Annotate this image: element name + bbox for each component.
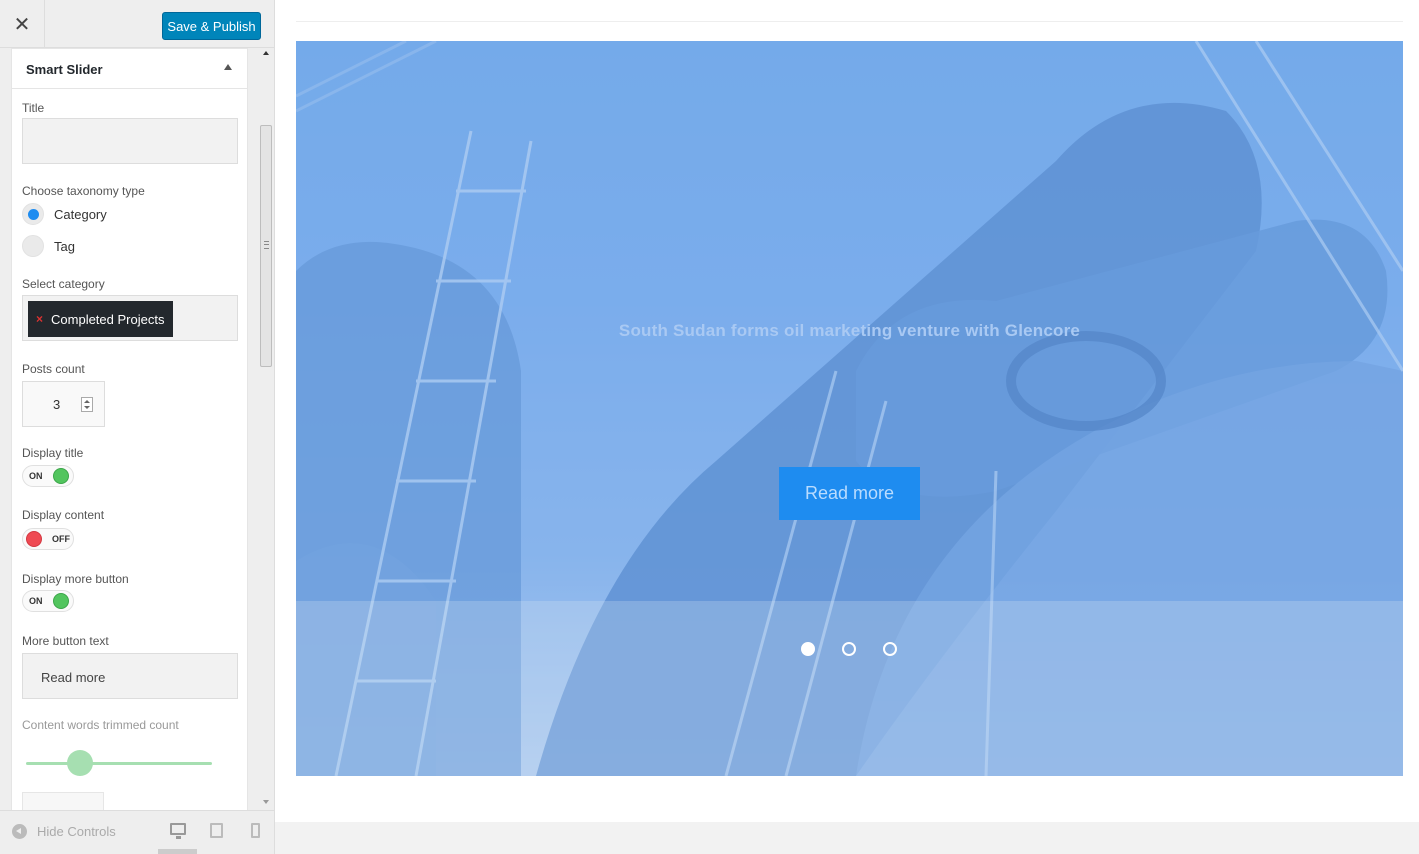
panel-footer: Hide Controls: [0, 810, 274, 854]
panel-scrollbar[interactable]: [258, 48, 274, 810]
customizer-panel: ✕ Save & Publish Smart Slider Title Choo…: [0, 0, 275, 854]
close-button[interactable]: ✕: [0, 0, 45, 48]
grip-icon: [264, 241, 269, 249]
taxonomy-option-category[interactable]: Category: [22, 203, 107, 225]
selected-category-chip[interactable]: × Completed Projects: [28, 301, 174, 337]
site-preview: South Sudan forms oil marketing venture …: [275, 0, 1419, 854]
select-category-label: Select category: [22, 277, 105, 291]
slider-dot-1[interactable]: [801, 642, 815, 656]
toggle-knob: [26, 531, 42, 547]
widget-header[interactable]: Smart Slider: [12, 49, 247, 89]
desktop-icon[interactable]: [170, 823, 186, 839]
close-icon: ✕: [13, 13, 31, 36]
slider-dot-3[interactable]: [883, 642, 897, 656]
collapse-arrow-icon: [12, 824, 27, 839]
selected-category-label: Completed Projects: [51, 311, 165, 327]
display-content-label: Display content: [22, 508, 105, 522]
spin-arrows-icon[interactable]: [81, 397, 93, 412]
slider-dot-2[interactable]: [842, 642, 856, 656]
posts-count-value: 3: [53, 397, 61, 412]
scroll-up-arrow-icon[interactable]: [263, 51, 269, 55]
tag-radio[interactable]: [22, 235, 44, 257]
taxonomy-label: Choose taxonomy type: [22, 184, 145, 198]
toggle-state-text: OFF: [52, 534, 70, 544]
hero-slider: South Sudan forms oil marketing venture …: [296, 41, 1403, 776]
more-button-text-label: More button text: [22, 634, 109, 648]
display-title-toggle[interactable]: ON: [22, 465, 74, 487]
title-label: Title: [22, 101, 45, 115]
trimmed-count-label: Content words trimmed count: [22, 718, 179, 732]
posts-count-stepper[interactable]: 3: [22, 381, 105, 427]
smart-slider-widget: Smart Slider Title Choose taxonomy type …: [11, 48, 248, 810]
title-input[interactable]: [22, 118, 238, 164]
display-more-button-label: Display more button: [22, 572, 129, 586]
tablet-icon[interactable]: [210, 823, 223, 838]
scroll-down-arrow-icon[interactable]: [263, 800, 269, 804]
display-more-button-toggle[interactable]: ON: [22, 590, 74, 612]
save-publish-button[interactable]: Save & Publish: [162, 12, 261, 40]
toggle-knob: [53, 468, 69, 484]
hide-controls-label: Hide Controls: [37, 824, 116, 839]
panel-header: ✕ Save & Publish: [0, 0, 274, 48]
more-button-text-input[interactable]: Read more: [22, 653, 238, 699]
collapse-caret-icon[interactable]: [224, 64, 232, 70]
scrollbar-thumb[interactable]: [260, 125, 272, 367]
preview-footer-band: [275, 822, 1419, 854]
toggle-state-text: ON: [29, 596, 43, 606]
controls-scroll-area[interactable]: Smart Slider Title Choose taxonomy type …: [0, 48, 258, 810]
slide-title[interactable]: South Sudan forms oil marketing venture …: [296, 321, 1403, 341]
trimmed-count-slider-handle[interactable]: [67, 750, 93, 776]
hide-controls-button[interactable]: Hide Controls: [12, 824, 116, 839]
toggle-knob: [53, 593, 69, 609]
category-select[interactable]: × Completed Projects: [22, 295, 238, 341]
taxonomy-option-tag[interactable]: Tag: [22, 235, 75, 257]
remove-icon[interactable]: ×: [36, 312, 43, 326]
display-title-label: Display title: [22, 446, 84, 460]
posts-count-label: Posts count: [22, 362, 85, 376]
slide-read-more-button[interactable]: Read more: [779, 467, 920, 520]
mobile-icon[interactable]: [251, 823, 260, 838]
category-radio-label: Category: [54, 206, 107, 222]
slide-background-image: [296, 41, 1403, 776]
display-content-toggle[interactable]: OFF: [22, 528, 74, 550]
active-device-indicator: [158, 849, 197, 854]
trimmed-count-slider-track[interactable]: [26, 762, 212, 765]
widget-title: Smart Slider: [26, 62, 103, 77]
category-radio[interactable]: [22, 203, 44, 225]
toggle-state-text: ON: [29, 471, 43, 481]
trimmed-count-input[interactable]: [22, 792, 104, 810]
tag-radio-label: Tag: [54, 238, 75, 254]
divider: [296, 21, 1403, 22]
more-button-text-value: Read more: [41, 670, 106, 685]
